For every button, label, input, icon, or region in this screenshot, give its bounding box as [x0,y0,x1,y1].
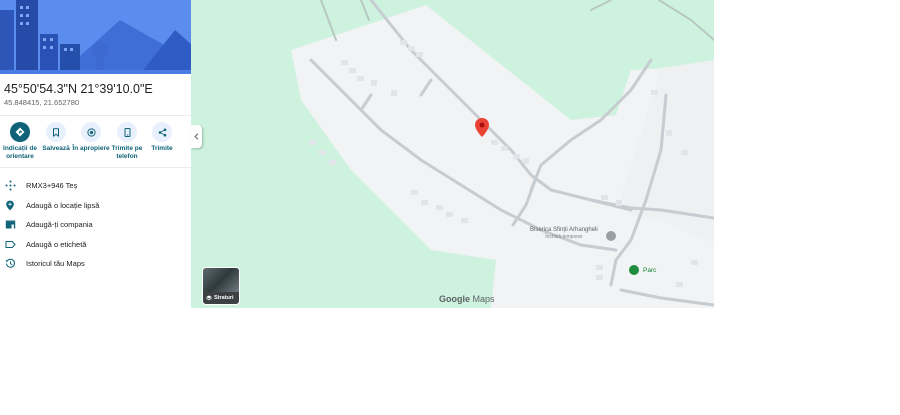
add-business-item[interactable]: Adaugă-ți compania [0,215,191,235]
chevron-left-icon [194,133,199,140]
label-icon [4,238,16,250]
bookmark-icon [46,122,66,142]
google-logo-word: Google [439,294,470,304]
add-missing-place-text: Adaugă o locație lipsă [26,200,100,210]
share-label: Trimite [151,145,173,152]
google-maps-logo: Google Maps [439,294,495,304]
share-button[interactable]: Trimite [140,122,184,153]
action-bar: Indicații de orientare Salvează În aprop… [0,122,191,166]
history-icon [4,258,16,270]
maps-logo-word: Maps [472,294,495,304]
add-business-text: Adaugă-ți compania [26,220,93,230]
phone-icon [117,122,137,142]
add-label-item[interactable]: Adaugă o etichetă [0,235,191,255]
layers-label: Straturi [214,295,234,301]
layers-thumbnail [203,268,239,292]
business-icon [4,219,16,231]
plus-code-text: RMX3+946 Teș [26,181,78,191]
church-poi[interactable]: Biserica Sfinții Arhangheli Închisă temp… [530,227,598,241]
nearby-icon [81,122,101,142]
add-location-icon [4,199,16,211]
layers-icon [206,295,212,301]
layers-button[interactable]: Straturi [202,267,240,305]
coordinates-title: 45°50'54.3"N 21°39'10.0"E [4,82,153,96]
map-canvas[interactable]: Biserica Sfinții Arhangheli Închisă temp… [191,0,714,308]
details-list: RMX3+946 Teș Adaugă o locație lipsă Adau… [0,176,191,274]
directions-icon [10,122,30,142]
map-tiles [291,0,714,308]
place-hero-image [0,0,191,74]
collapse-panel-button[interactable] [191,125,202,148]
maps-history-text: Istoricul tău Maps [26,259,85,269]
share-icon [152,122,172,142]
plus-code-item[interactable]: RMX3+946 Teș [0,176,191,196]
add-missing-place-item[interactable]: Adaugă o locație lipsă [0,196,191,216]
coordinates-decimal: 45.848415, 21.652780 [4,98,80,107]
park-poi-label[interactable]: Parc [643,267,656,274]
divider [0,115,191,116]
divider [0,167,191,168]
add-label-text: Adaugă o etichetă [26,239,87,249]
church-poi-status: Închisă temporar [545,234,583,240]
place-panel: 45°50'54.3"N 21°39'10.0"E 45.848415, 21.… [0,0,191,308]
maps-history-item[interactable]: Istoricul tău Maps [0,254,191,274]
plus-code-icon [4,180,16,192]
church-poi-name: Biserica Sfinții Arhangheli [530,227,598,233]
